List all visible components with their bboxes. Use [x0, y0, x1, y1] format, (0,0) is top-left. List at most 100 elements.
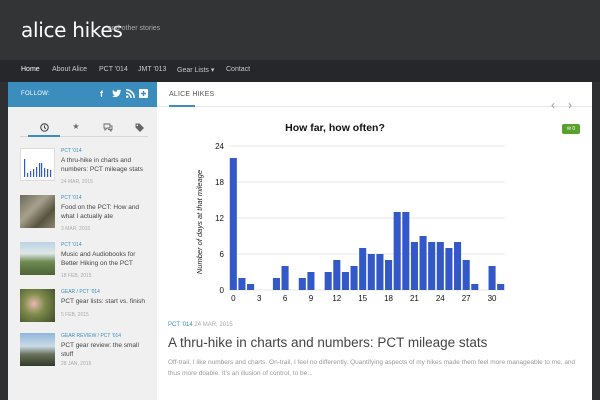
chart-bar: [393, 212, 401, 290]
post-heading[interactable]: A thru-hike in charts and numbers: PCT m…: [168, 335, 487, 350]
post-date: 18 FEB, 2015: [61, 273, 92, 279]
follow-bar: FOLLOW: f: [8, 82, 157, 107]
comment-count: 0: [572, 126, 576, 132]
clock-icon: [39, 123, 49, 134]
chart-bar: [488, 266, 496, 290]
post-category[interactable]: PCT '014: [168, 322, 193, 328]
facebook-icon[interactable]: f: [100, 89, 103, 99]
post-title[interactable]: PCT gear lists: start vs. finish: [61, 297, 151, 306]
chart-ytick-label: 6: [220, 250, 225, 259]
main-content: ALICE HIKES ‹ › How far, how often? Numb…: [157, 82, 592, 400]
chart-xtick-label: 30: [488, 294, 497, 303]
post-excerpt: Off-trail, I like numbers and charts. On…: [168, 359, 576, 377]
post-category[interactable]: PCT '014: [61, 148, 82, 154]
nav-item-gear-lists[interactable]: Gear Lists ▾: [177, 66, 214, 74]
chart-bar: [402, 212, 410, 290]
post-thumbnail[interactable]: [20, 289, 55, 322]
plus-icon[interactable]: [139, 89, 148, 100]
post-thumbnail[interactable]: [20, 242, 55, 275]
chart-xtick-label: 27: [462, 294, 471, 303]
chart-xtick-label: 15: [358, 294, 367, 303]
nav-item-about-alice[interactable]: About Alice: [52, 66, 87, 73]
section-label: ALICE HIKES: [169, 91, 215, 98]
post-date: 24 MAR, 2015: [194, 322, 233, 328]
chart-bar: [454, 242, 462, 290]
sidebar-post-item[interactable]: GEAR REVIEW / PCT '014 PCT gear review: …: [20, 333, 150, 377]
sidebar-post-item[interactable]: PCT '014 A thru-hike in charts and numbe…: [20, 148, 150, 192]
comment-count-badge[interactable]: ✉ 0: [562, 124, 580, 134]
nav-item-pct-014[interactable]: PCT '014: [99, 66, 128, 73]
site-tagline: and other stories: [108, 25, 161, 32]
chart-xtick-label: 21: [410, 294, 419, 303]
chart-xtick-label: 18: [384, 294, 393, 303]
chart-ytick-label: 24: [215, 142, 224, 151]
post-meta: PCT '014 24 MAR, 2015: [168, 322, 233, 328]
chart-bar: [333, 260, 341, 290]
chart-bar: [272, 278, 280, 290]
twitter-icon[interactable]: [112, 89, 122, 100]
post-title[interactable]: A thru-hike in charts and numbers: PCT m…: [61, 156, 151, 174]
chevron-right-icon[interactable]: ›: [568, 98, 572, 112]
sidebar-tab-bar: ★: [20, 119, 148, 137]
chart-ytick-label: 0: [220, 286, 225, 295]
chart-bar: [410, 242, 418, 290]
chart-bar: [307, 272, 315, 290]
section-divider: [157, 106, 592, 107]
nav-item-contact[interactable]: Contact: [226, 66, 250, 73]
tab-recent[interactable]: [28, 119, 60, 137]
chart-title: How far, how often?: [285, 122, 385, 134]
post-date: 28 JAN, 2015: [61, 361, 92, 367]
chart-bar: [436, 242, 444, 290]
chart-xtick-label: 9: [309, 294, 314, 303]
chart-xtick-label: 6: [283, 294, 288, 303]
chart-bar: [281, 266, 289, 290]
chart-ytick-label: 18: [215, 178, 224, 187]
chart-xtick-label: 3: [257, 294, 262, 303]
chart-bar: [445, 248, 453, 290]
tab-popular[interactable]: ★: [60, 119, 92, 137]
chart-xtick-label: 12: [332, 294, 341, 303]
post-title[interactable]: Music and Audiobooks for Better Hiking o…: [61, 250, 151, 268]
sidebar-post-item[interactable]: GEAR / PCT '014 PCT gear lists: start vs…: [20, 289, 150, 333]
chart-bar: [367, 254, 375, 290]
post-title[interactable]: Food on the PCT: How and what I actually…: [61, 203, 151, 221]
chart-bar: [419, 236, 427, 290]
chart-bar: [471, 284, 479, 290]
tab-comments[interactable]: [92, 119, 124, 137]
chart-bar: [497, 284, 505, 290]
site-header: alice hikes and other stories: [0, 0, 600, 60]
post-date: 3 MAR, 2015: [61, 226, 91, 232]
post-title[interactable]: PCT gear review: the small stuff: [61, 341, 151, 359]
chart-xtick-label: 24: [436, 294, 445, 303]
comment-icon: ✉: [566, 126, 572, 132]
post-category[interactable]: PCT '014: [61, 242, 82, 248]
chart-bar: [462, 260, 470, 290]
post-category[interactable]: PCT '014: [61, 195, 82, 201]
chart-ytick-label: 12: [215, 214, 224, 223]
nav-item-jmt-013[interactable]: JMT '013: [138, 66, 166, 73]
chart-bar: [376, 254, 384, 290]
chart-bar: [298, 278, 306, 290]
post-category[interactable]: GEAR REVIEW / PCT '014: [61, 333, 121, 339]
chart-bar: [341, 272, 349, 290]
mileage-chart[interactable]: How far, how often? Number of days at th…: [185, 118, 519, 308]
chart-bar: [324, 272, 332, 290]
post-thumbnail[interactable]: [20, 148, 55, 181]
chevron-left-icon[interactable]: ‹: [551, 98, 555, 112]
sidebar: FOLLOW: f ★ PCT '014 A thru-hike in char…: [8, 82, 157, 400]
comments-icon: [103, 123, 113, 134]
chart-ylabel: Number of days at that mileage: [195, 170, 204, 274]
tab-tags[interactable]: [124, 119, 156, 137]
rss-icon[interactable]: [126, 89, 135, 100]
follow-label: FOLLOW:: [21, 91, 50, 97]
post-date: 5 FEB, 2015: [61, 312, 89, 318]
sidebar-post-item[interactable]: PCT '014 Food on the PCT: How and what I…: [20, 195, 150, 239]
post-category[interactable]: GEAR / PCT '014: [61, 289, 100, 295]
chart-xtick-label: 0: [231, 294, 236, 303]
sidebar-post-item[interactable]: PCT '014 Music and Audiobooks for Better…: [20, 242, 150, 286]
chart-bar: [238, 278, 246, 290]
post-thumbnail[interactable]: [20, 333, 55, 366]
chart-bar: [428, 242, 436, 290]
nav-item-home[interactable]: Home: [21, 66, 40, 73]
post-thumbnail[interactable]: [20, 195, 55, 228]
